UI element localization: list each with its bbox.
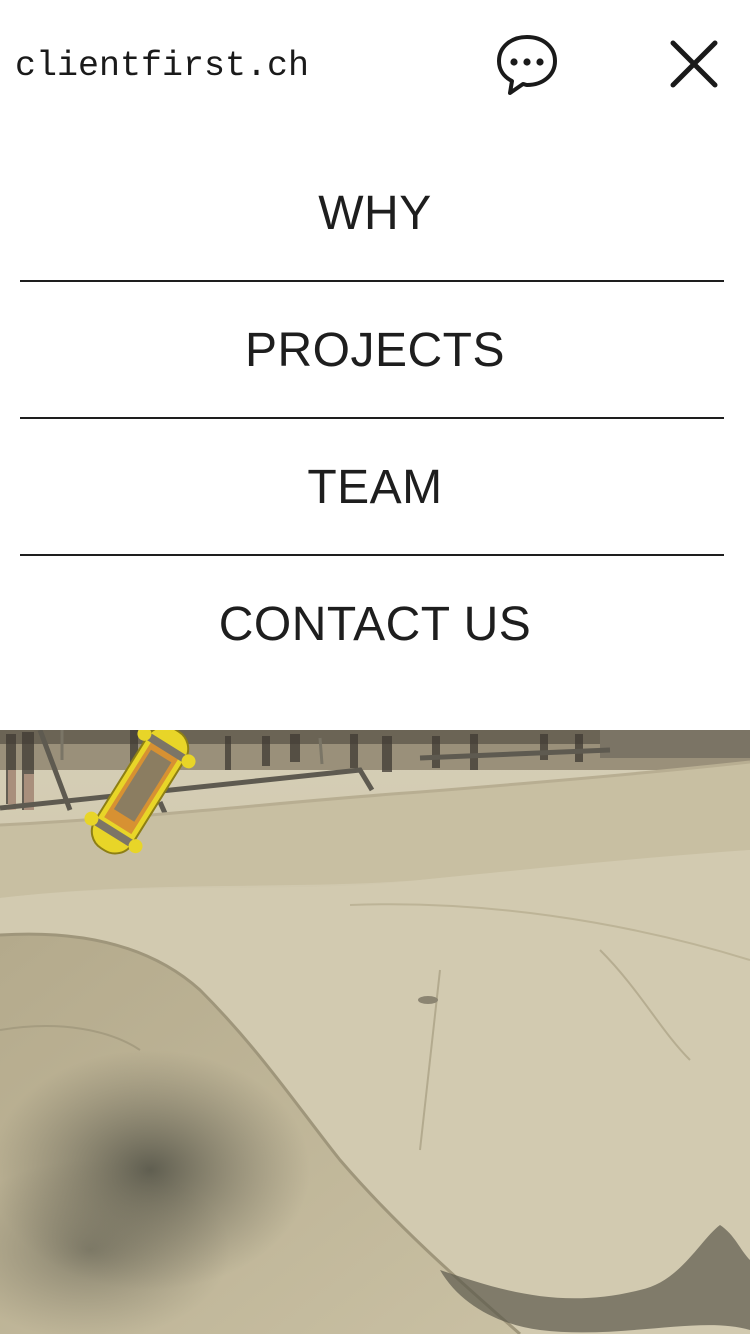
menu-item-label: CONTACT US xyxy=(218,598,532,651)
menu-item-label: TEAM xyxy=(307,461,443,514)
menu-item-projects[interactable]: PROJECTS xyxy=(0,281,750,418)
menu-item-label: PROJECTS xyxy=(244,324,506,377)
site-logo[interactable]: clientfirst.ch xyxy=(15,44,309,88)
close-icon xyxy=(670,40,718,88)
main-menu: WHY PROJECTS TEAM CONTACT US xyxy=(0,144,750,692)
menu-item-team[interactable]: TEAM xyxy=(0,418,750,555)
site-header: clientfirst.ch xyxy=(0,0,750,130)
menu-item-contact-us[interactable]: CONTACT US xyxy=(0,555,750,692)
close-menu-button[interactable] xyxy=(664,35,724,95)
chat-bubble-icon xyxy=(497,35,557,95)
chat-button[interactable] xyxy=(494,33,560,97)
skatepark-photo xyxy=(0,730,750,1334)
hero-image xyxy=(0,730,750,1334)
menu-item-why[interactable]: WHY xyxy=(0,144,750,281)
menu-item-label: WHY xyxy=(318,187,432,240)
